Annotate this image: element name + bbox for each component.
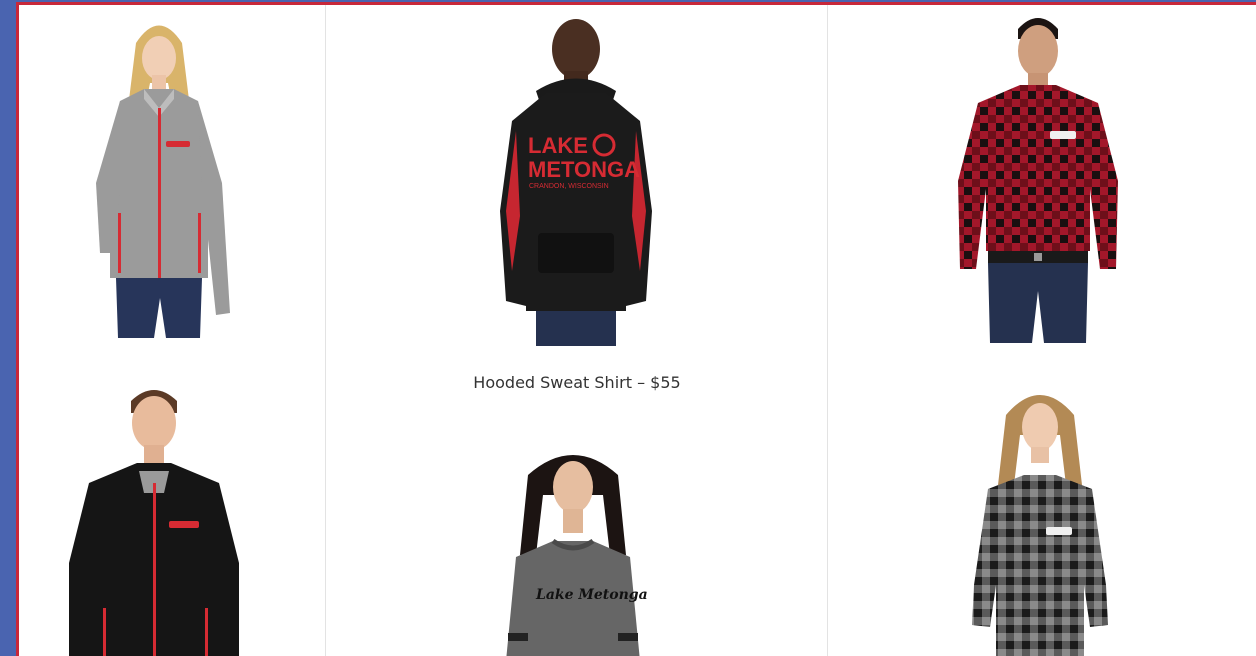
womens-gray-crew-sweatshirt-image: Lake Metonga — [506, 455, 648, 656]
product-caption-hooded-sweat-shirt[interactable]: Hooded Sweat Shirt – $55 — [326, 373, 828, 392]
sweatshirt-print-script: Lake Metonga — [535, 587, 648, 603]
column-1 — [19, 5, 325, 656]
hoodie-print-line2: METONGA — [528, 157, 640, 182]
hoodie-print-line1: LAKE — [528, 133, 588, 158]
product-hooded-sweat-shirt[interactable]: LAKE METONGA CRANDON, WISCONSIN — [476, 11, 676, 346]
column-3 — [827, 5, 1256, 656]
product-womens-gray-plaid-shirt[interactable] — [958, 385, 1123, 656]
product-mens-red-plaid-shirt[interactable] — [948, 11, 1128, 343]
hooded-sweat-shirt-image: LAKE METONGA CRANDON, WISCONSIN — [500, 19, 652, 346]
column-2: LAKE METONGA CRANDON, WISCONSIN Hooded S… — [325, 5, 828, 656]
mens-red-plaid-shirt-image — [958, 18, 1118, 343]
womens-gray-plaid-shirt-image — [972, 395, 1108, 656]
hoodie-print-line3: CRANDON, WISCONSIN — [529, 183, 609, 190]
product-mens-black-zip-jacket[interactable] — [59, 383, 249, 656]
womens-gray-zip-jacket-image — [96, 25, 230, 338]
product-grid: LAKE METONGA CRANDON, WISCONSIN Hooded S… — [16, 2, 1256, 656]
mens-black-zip-jacket-image — [69, 390, 239, 656]
product-womens-gray-zip-jacket[interactable] — [74, 13, 244, 338]
product-womens-gray-crew-sweatshirt[interactable]: Lake Metonga — [498, 445, 648, 656]
